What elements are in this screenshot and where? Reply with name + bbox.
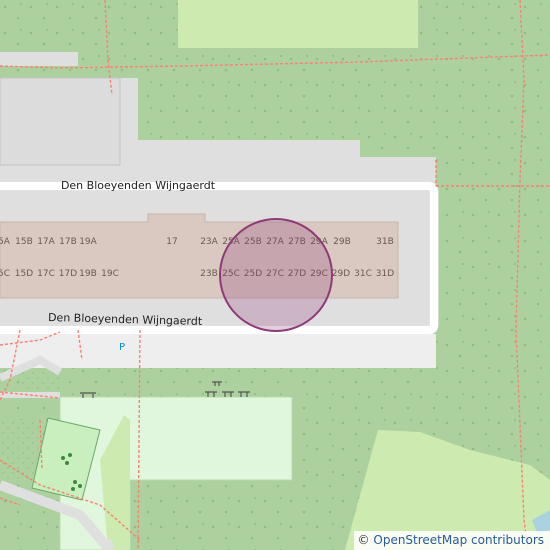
map-layer: Den Bloeyenden Wijngaerdt Den Bloeyenden…	[0, 0, 550, 550]
parking-label: P	[119, 342, 125, 353]
house-number: 5A	[0, 237, 11, 247]
house-number: 31C	[354, 269, 372, 279]
copyright-icon: ©	[357, 533, 370, 547]
house-number: 23A	[200, 237, 218, 247]
house-number: 15B	[15, 237, 33, 247]
attribution[interactable]: © OpenStreetMap contributors	[353, 531, 550, 550]
house-number: 31D	[376, 269, 394, 279]
house-number: 23B	[200, 269, 218, 279]
attribution-link[interactable]: OpenStreetMap contributors	[373, 533, 544, 547]
house-number: 17B	[59, 237, 77, 247]
building-top-left	[0, 77, 121, 166]
house-number: 31B	[376, 237, 394, 247]
house-number: 17	[166, 237, 177, 247]
house-number: 19A	[79, 237, 97, 247]
map-canvas[interactable]: Den Bloeyenden Wijngaerdt Den Bloeyenden…	[0, 0, 550, 550]
street-label-north: Den Bloeyenden Wijngaerdt	[61, 179, 216, 192]
house-number: 19C	[101, 269, 119, 279]
main-building	[0, 213, 399, 299]
house-number: 17C	[37, 269, 55, 279]
residential-top	[0, 52, 78, 66]
meadow-top	[178, 0, 418, 48]
house-number: 29D	[332, 269, 350, 279]
house-number: 17D	[59, 269, 77, 279]
parking-area	[0, 334, 436, 368]
house-number: 15D	[15, 269, 33, 279]
house-number: 5C	[0, 269, 10, 279]
house-number: 17A	[37, 237, 55, 247]
house-number: 29B	[333, 237, 351, 247]
house-number: 19B	[79, 269, 97, 279]
location-marker[interactable]	[219, 218, 333, 332]
